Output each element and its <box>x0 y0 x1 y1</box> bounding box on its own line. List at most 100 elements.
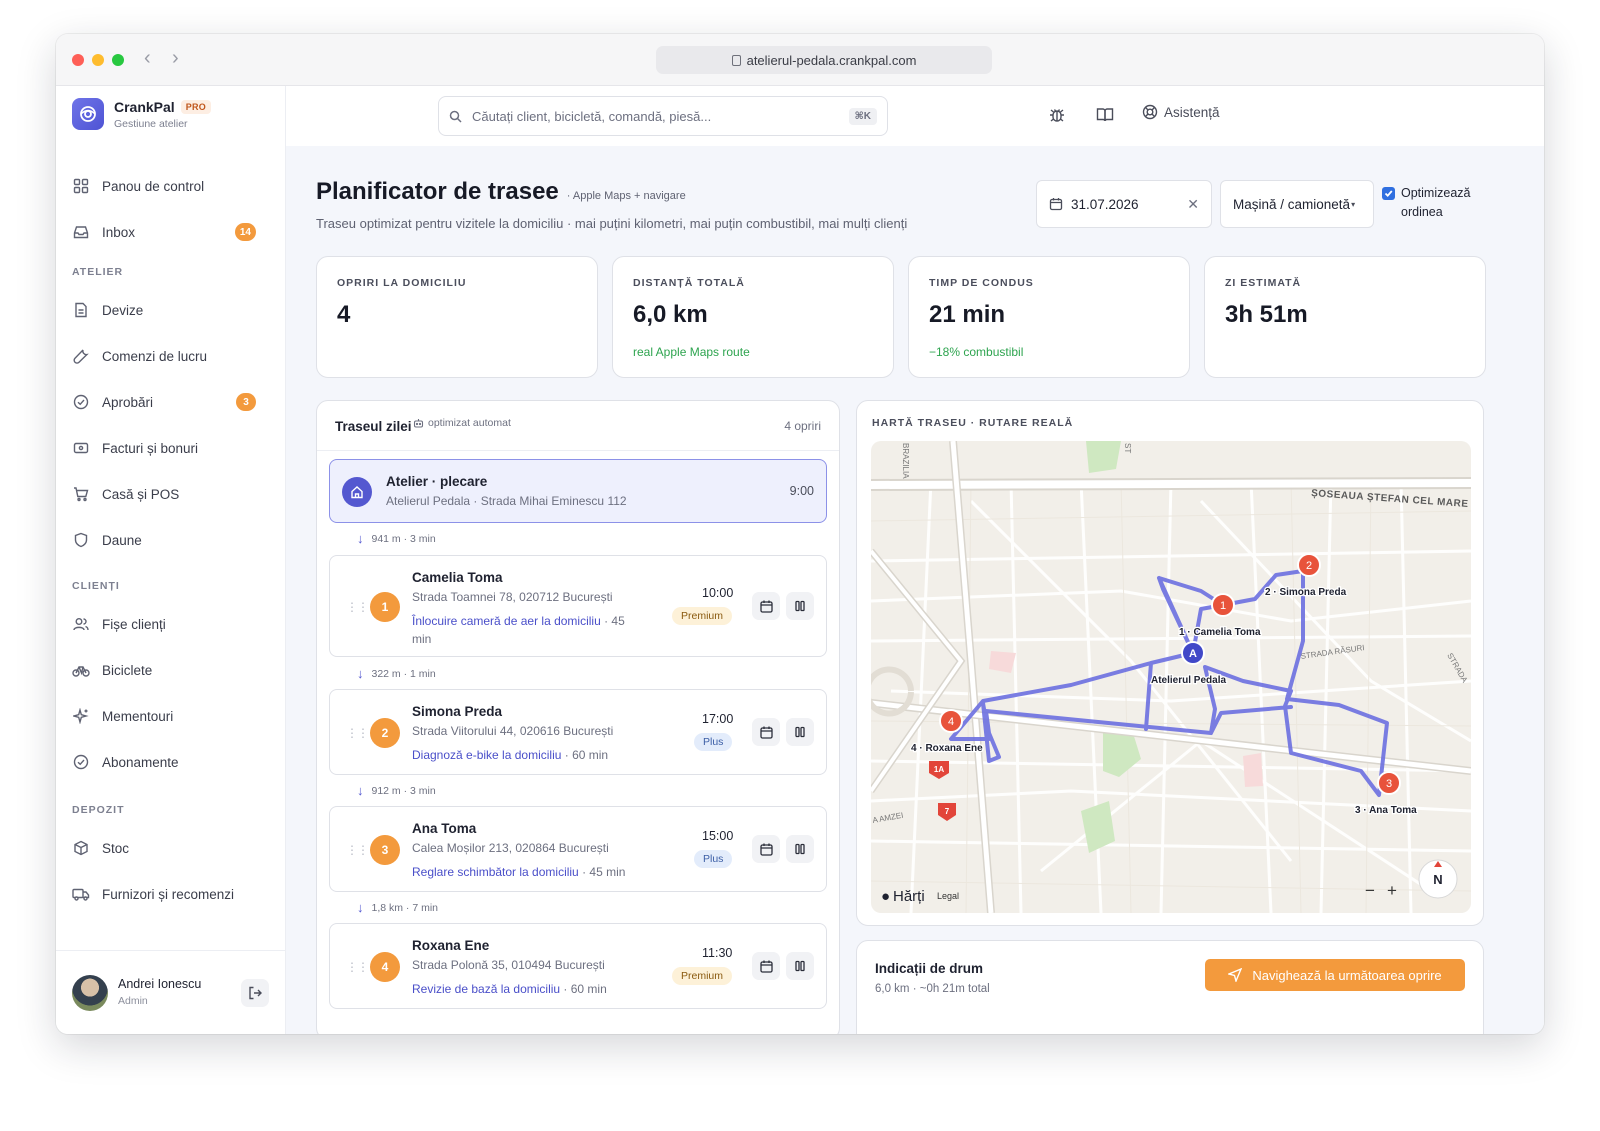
date-picker[interactable]: 31.07.2026 ✕ <box>1036 180 1212 228</box>
map-marker-2[interactable]: 2 <box>1297 553 1321 577</box>
back-arrow-icon[interactable]: ‹ <box>144 47 151 70</box>
stop-task-link[interactable]: Diagnoză e-bike la domiciliu <box>412 748 561 762</box>
close-window-button[interactable] <box>72 54 84 66</box>
sidebar-item-furnizori-si-recomenzi[interactable]: Furnizori și recomenzi <box>64 876 270 912</box>
sidebar-item-fise-clienti[interactable]: Fișe clienți <box>64 606 270 642</box>
schedule-button[interactable] <box>752 592 780 620</box>
svg-text:7: 7 <box>945 807 950 816</box>
street-label: STRADA <box>1445 652 1469 685</box>
sidebar-item-stoc[interactable]: Stoc <box>64 830 270 866</box>
stat-value: 6,0 km <box>633 301 708 328</box>
route-stop-card[interactable]: ⋮⋮ 2 Simona Preda Strada Viitorului 44, … <box>329 689 827 775</box>
bug-report-icon[interactable] <box>1048 106 1066 129</box>
pause-button[interactable] <box>786 718 814 746</box>
sidebar-item-label: Furnizori și recomenzi <box>102 886 235 902</box>
address-bar[interactable]: atelierul-pedala.crankpal.com <box>656 46 992 74</box>
road-shield-7: 7 <box>938 803 956 821</box>
stat-label: ZI ESTIMATĂ <box>1225 277 1302 289</box>
navigate-next-stop-button[interactable]: Navighează la următoarea oprire <box>1205 959 1465 991</box>
stop-time: 17:00 <box>702 712 734 726</box>
sidebar-item-inbox[interactable]: Inbox 14 <box>64 214 270 250</box>
drag-handle-icon[interactable]: ⋮⋮ <box>346 843 369 857</box>
avatar[interactable] <box>72 975 108 1011</box>
compass-icon[interactable]: N <box>1418 859 1458 899</box>
pause-icon <box>795 726 805 738</box>
map-depot-marker[interactable]: A <box>1181 641 1205 665</box>
depot-start-card[interactable]: Atelier · plecare Atelierul Pedala · Str… <box>329 459 827 523</box>
sidebar-item-devize[interactable]: Devize <box>64 292 270 328</box>
forward-arrow-icon[interactable]: › <box>172 47 179 70</box>
sidebar-item-panou-de-control[interactable]: Panou de control <box>64 168 270 204</box>
stop-task-link[interactable]: Înlocuire cameră de aer la domiciliu <box>412 614 601 628</box>
minimize-window-button[interactable] <box>92 54 104 66</box>
legal-link[interactable]: Legal <box>937 891 959 901</box>
help-button[interactable]: Asistență <box>1142 104 1220 120</box>
sidebar-item-mementouri[interactable]: Mementouri <box>64 698 270 734</box>
sidebar-item-label: Biciclete <box>102 662 153 678</box>
route-map[interactable]: ȘOSEAUA ȘTEFAN CEL MARE STRADA RĂSURI BR… <box>871 441 1471 913</box>
sidebar-item-label: Facturi și bonuri <box>102 440 199 456</box>
schedule-button[interactable] <box>752 835 780 863</box>
sidebar-item-casa-si-pos[interactable]: Casă și POS <box>64 476 270 512</box>
sidebar-item-label: Fișe clienți <box>102 616 166 632</box>
map-marker-1[interactable]: 1 <box>1211 593 1235 617</box>
lifebuoy-icon <box>1142 104 1158 120</box>
pause-button[interactable] <box>786 835 814 863</box>
schedule-button[interactable] <box>752 718 780 746</box>
stat-note: real Apple Maps route <box>633 345 750 359</box>
route-panel: Traseul zilei optimizat automat 4 opriri… <box>316 400 840 1034</box>
route-stop-card[interactable]: ⋮⋮ 4 Roxana Ene Strada Polonă 35, 010494… <box>329 923 827 1009</box>
sidebar-item-biciclete[interactable]: Biciclete <box>64 652 270 688</box>
approvals-count-badge: 3 <box>236 393 256 411</box>
drag-handle-icon[interactable]: ⋮⋮ <box>346 960 369 974</box>
pause-button[interactable] <box>786 952 814 980</box>
optimize-label: Optimizează <box>1401 186 1471 200</box>
stop-address: Strada Polonă 35, 010494 București <box>412 958 605 972</box>
sidebar-item-label: Panou de control <box>102 178 205 194</box>
stop-task-link[interactable]: Reglare schimbător la domiciliu <box>412 865 579 879</box>
logout-button[interactable] <box>241 979 269 1007</box>
route-stop-card[interactable]: ⋮⋮ 3 Ana Toma Calea Moșilor 213, 020864 … <box>329 806 827 892</box>
svg-text:3: 3 <box>1386 778 1392 790</box>
brand[interactable]: CrankPal PRO Gestiune atelier <box>72 98 212 130</box>
zoom-in-button[interactable]: + <box>1387 881 1397 900</box>
svg-text:A: A <box>1189 648 1197 660</box>
stat-label: OPRIRI LA DOMICILIU <box>337 277 467 289</box>
date-value: 31.07.2026 <box>1071 196 1139 212</box>
tier-badge: Plus <box>694 733 733 751</box>
optimize-checkbox[interactable] <box>1382 187 1395 200</box>
sidebar-item-aprobari[interactable]: Aprobări 3 <box>64 384 270 420</box>
sidebar: CrankPal PRO Gestiune atelier Panou de c… <box>56 86 286 1034</box>
vehicle-select[interactable]: Mașină / camionetă ▾ <box>1220 180 1374 228</box>
map-marker-label: 4 · Roxana Ene <box>911 743 983 754</box>
map-panel: HARTĂ TRASEU · RUTARE REALĂ ȘOSEAUA ȘTEF… <box>856 400 1484 926</box>
map-marker-3[interactable]: 3 <box>1377 771 1401 795</box>
sidebar-item-facturi-si-bonuri[interactable]: Facturi și bonuri <box>64 430 270 466</box>
depot-time: 9:00 <box>789 484 814 498</box>
map-marker-label: 3 · Ana Toma <box>1355 805 1417 816</box>
pause-icon <box>795 960 805 972</box>
zoom-out-button[interactable]: − <box>1365 881 1375 900</box>
stop-task-link[interactable]: Revizie de bază la domiciliu <box>412 982 560 996</box>
stat-card-drive-time: TIMP DE CONDUS 21 min −18% combustibil <box>908 256 1190 378</box>
search-input[interactable]: Căutați client, bicicletă, comandă, pies… <box>438 96 888 136</box>
pause-button[interactable] <box>786 592 814 620</box>
stat-card-distance: DISTANȚĂ TOTALĂ 6,0 km real Apple Maps r… <box>612 256 894 378</box>
schedule-button[interactable] <box>752 952 780 980</box>
clear-date-icon[interactable]: ✕ <box>1187 196 1199 213</box>
docs-book-icon[interactable] <box>1096 106 1114 129</box>
drag-handle-icon[interactable]: ⋮⋮ <box>346 726 369 740</box>
maximize-window-button[interactable] <box>112 54 124 66</box>
robot-icon <box>413 418 424 428</box>
drag-handle-icon[interactable]: ⋮⋮ <box>346 600 369 614</box>
section-heading-clienti: CLIENȚI <box>72 580 120 592</box>
route-stop-card[interactable]: ⋮⋮ 1 Camelia Toma Strada Toamnei 78, 020… <box>329 555 827 657</box>
sidebar-item-label: Daune <box>102 532 142 548</box>
sidebar-item-comenzi-de-lucru[interactable]: Comenzi de lucru <box>64 338 270 374</box>
sidebar-item-abonamente[interactable]: Abonamente <box>64 744 270 780</box>
street-label: ȘOSEAUA ȘTEFAN CEL MARE <box>1311 488 1469 510</box>
optimize-order-toggle[interactable]: Optimizează ordinea <box>1382 184 1470 222</box>
brand-subtitle: Gestiune atelier <box>114 117 188 130</box>
map-marker-4[interactable]: 4 <box>939 709 963 733</box>
sidebar-item-daune[interactable]: Daune <box>64 522 270 558</box>
